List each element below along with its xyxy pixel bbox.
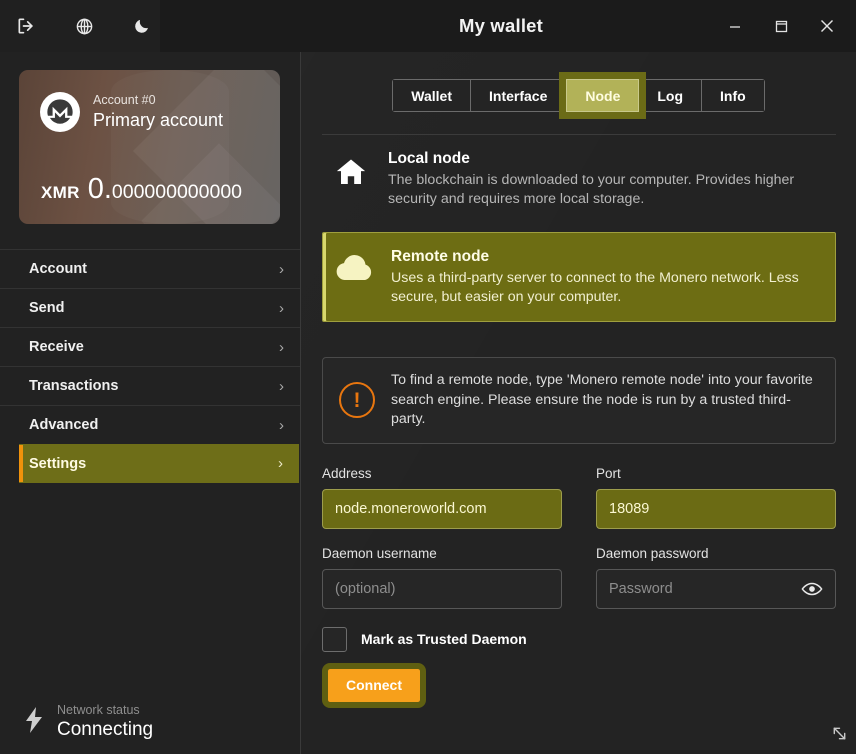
password-placeholder: Password <box>609 581 673 597</box>
account-card-text: Account #0 Primary account <box>93 93 223 131</box>
tab-interface[interactable]: Interface <box>471 80 566 111</box>
account-card-header: Account #0 Primary account <box>19 70 280 132</box>
window-body: Account #0 Primary account XMR 0. 000000… <box>0 52 856 754</box>
chevron-right-icon: › <box>279 339 284 356</box>
balance-integer: 0. <box>88 175 112 204</box>
chevron-right-icon: › <box>279 300 284 317</box>
tab-log[interactable]: Log <box>639 80 702 111</box>
trusted-daemon-checkbox[interactable] <box>322 627 347 652</box>
window-controls <box>712 0 856 52</box>
port-field-group: Port 18089 Daemon password Password <box>596 466 836 609</box>
network-status-value: Connecting <box>57 718 153 741</box>
maximize-icon[interactable] <box>758 0 804 52</box>
account-card-wrapper: Account #0 Primary account XMR 0. 000000… <box>0 52 300 224</box>
chevron-right-icon: › <box>279 378 284 395</box>
settings-tabs: Wallet Interface Node Log Info <box>392 79 764 112</box>
daemon-username-input[interactable]: (optional) <box>322 569 562 609</box>
main-panel: Wallet Interface Node Log Info Lo <box>301 52 856 754</box>
cloud-icon <box>333 247 375 282</box>
tabs-row: Wallet Interface Node Log Info <box>301 52 856 112</box>
sidebar-item-account[interactable]: Account › <box>0 249 300 288</box>
node-form: Address node.moneroworld.com Daemon user… <box>301 444 856 702</box>
titlebar-spacer <box>160 0 300 52</box>
port-label: Port <box>596 466 836 481</box>
close-icon[interactable] <box>804 0 850 52</box>
connect-button[interactable]: Connect <box>328 669 420 702</box>
globe-icon[interactable] <box>72 14 96 38</box>
port-input[interactable]: 18089 <box>596 489 836 529</box>
address-input[interactable]: node.moneroworld.com <box>322 489 562 529</box>
network-status: Network status Connecting <box>0 690 300 754</box>
account-name: Primary account <box>93 109 223 131</box>
node-option-description: Uses a third-party server to connect to … <box>391 269 821 307</box>
bolt-icon <box>24 707 44 738</box>
node-option-title: Local node <box>388 149 822 168</box>
network-status-text: Network status Connecting <box>57 703 153 741</box>
window-title: My wallet <box>300 15 712 37</box>
eye-icon[interactable] <box>801 581 823 597</box>
wallet-window: My wallet <box>0 0 856 754</box>
trusted-daemon-label: Mark as Trusted Daemon <box>361 631 527 647</box>
address-label: Address <box>322 466 562 481</box>
node-option-text: Local node The blockchain is downloaded … <box>388 149 822 209</box>
node-option-title: Remote node <box>391 247 821 266</box>
sidebar: Account #0 Primary account XMR 0. 000000… <box>0 52 301 754</box>
tab-wallet[interactable]: Wallet <box>393 80 471 111</box>
sidebar-item-label: Receive <box>29 339 84 355</box>
daemon-password-input[interactable]: Password <box>596 569 836 609</box>
minimize-icon[interactable] <box>712 0 758 52</box>
chevron-right-icon: › <box>278 455 283 472</box>
title-bar: My wallet <box>0 0 856 52</box>
sidebar-item-label: Transactions <box>29 378 118 394</box>
hint-text: To find a remote node, type 'Monero remo… <box>391 371 819 430</box>
sidebar-item-label: Settings <box>29 456 86 472</box>
tab-node[interactable]: Node <box>566 79 639 112</box>
node-option-description: The blockchain is downloaded to your com… <box>388 171 822 209</box>
balance-currency: XMR <box>41 183 80 203</box>
sidebar-item-settings[interactable]: Settings › <box>19 444 299 483</box>
resize-handle-icon[interactable] <box>831 725 848 747</box>
moon-icon[interactable] <box>130 14 154 38</box>
sidebar-item-label: Send <box>29 300 64 316</box>
trusted-daemon-row[interactable]: Mark as Trusted Daemon <box>322 627 562 652</box>
chevron-right-icon: › <box>279 417 284 434</box>
monero-logo-icon <box>40 92 80 132</box>
node-option-remote[interactable]: Remote node Uses a third-party server to… <box>322 232 836 322</box>
exclamation-circle-icon: ! <box>339 382 375 418</box>
username-label: Daemon username <box>322 546 562 561</box>
password-label: Daemon password <box>596 546 836 561</box>
home-icon <box>330 149 372 188</box>
sidebar-item-advanced[interactable]: Advanced › <box>0 405 300 444</box>
balance-decimals: 000000000000 <box>112 183 242 203</box>
node-option-local[interactable]: Local node The blockchain is downloaded … <box>322 135 836 223</box>
sidebar-item-label: Account <box>29 261 87 277</box>
node-option-text: Remote node Uses a third-party server to… <box>391 247 821 307</box>
address-field-group: Address node.moneroworld.com Daemon user… <box>322 466 562 609</box>
remote-node-hint: ! To find a remote node, type 'Monero re… <box>322 357 836 444</box>
tab-info[interactable]: Info <box>702 80 764 111</box>
sidebar-item-receive[interactable]: Receive › <box>0 327 300 366</box>
sidebar-item-label: Advanced <box>29 417 98 433</box>
account-card[interactable]: Account #0 Primary account XMR 0. 000000… <box>19 70 280 224</box>
chevron-right-icon: › <box>279 261 284 278</box>
sidebar-item-send[interactable]: Send › <box>0 288 300 327</box>
sidebar-item-transactions[interactable]: Transactions › <box>0 366 300 405</box>
network-status-label: Network status <box>57 703 153 718</box>
connect-row: Connect <box>322 669 562 702</box>
sidebar-nav: Account › Send › Receive › Transactions … <box>0 249 300 483</box>
node-options: Local node The blockchain is downloaded … <box>301 135 856 322</box>
titlebar-icon-group <box>0 0 160 52</box>
logout-icon[interactable] <box>14 14 38 38</box>
account-number: Account #0 <box>93 93 223 108</box>
account-balance: XMR 0. 000000000000 <box>41 175 242 204</box>
